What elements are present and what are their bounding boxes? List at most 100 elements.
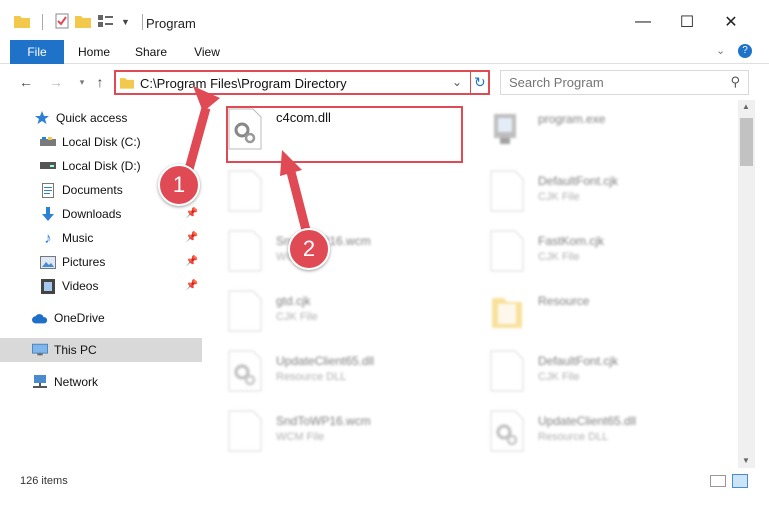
pin-icon[interactable]: 📌 [186, 280, 198, 291]
file-name: SndToWP16.wcm [276, 414, 371, 428]
pin-icon[interactable]: 📌 [186, 208, 198, 219]
file-icon [228, 410, 262, 452]
file-name: program.exe [538, 112, 606, 126]
address-path: C:\Program Files\Program Directory [140, 76, 347, 91]
drive-icon [40, 158, 56, 174]
video-icon [40, 278, 56, 294]
folder-icon[interactable] [14, 14, 30, 31]
file-icon [490, 230, 524, 272]
file-icon [228, 230, 262, 272]
star-icon [34, 110, 50, 126]
file-item-fastkom-cjk[interactable]: FastKom.cjk CJK File [476, 224, 716, 274]
tab-file[interactable]: File [10, 40, 64, 64]
file-type: CJK File [538, 251, 580, 263]
file-item-updateclient65-dll[interactable]: UpdateClient65.dll Resource DLL [476, 404, 716, 454]
address-dropdown-icon[interactable]: ⌄ [452, 75, 462, 89]
network-icon [32, 374, 48, 390]
tab-share[interactable]: Share [128, 40, 174, 64]
item-count: 126 items [20, 475, 68, 487]
file-item[interactable] [214, 164, 454, 214]
close-button[interactable]: ✕ [716, 10, 746, 34]
new-folder-icon[interactable] [75, 14, 91, 31]
quick-access-toolbar: ▼ [14, 12, 149, 32]
file-name: gtd.cjk [276, 294, 311, 308]
recent-locations-button[interactable]: ▾ [72, 72, 92, 92]
title-bar: ▼ Program — ☐ ✕ [0, 0, 769, 40]
sidebar-item-downloads[interactable]: Downloads 📌 [0, 202, 202, 226]
large-icons-view-icon[interactable] [732, 474, 748, 488]
up-button[interactable]: ↑ [90, 72, 110, 92]
search-input[interactable] [509, 71, 719, 93]
file-type: CJK File [538, 371, 580, 383]
navigation-bar: ← → ▾ ↑ C:\Program Files\Program Directo… [0, 64, 769, 100]
file-item-sndtowp16-wcm[interactable]: SndToWP16.wcm WCM File [214, 404, 454, 454]
details-view-icon[interactable] [710, 475, 726, 487]
document-icon [40, 182, 56, 198]
highlight-box-file [226, 106, 463, 163]
pin-icon[interactable]: 📌 [186, 256, 198, 267]
minimize-button[interactable]: — [628, 10, 658, 34]
status-bar: 126 items [0, 470, 769, 494]
address-divider [470, 71, 471, 94]
sidebar-item-videos[interactable]: Videos 📌 [0, 274, 202, 298]
navigation-pane: Quick access Local Disk (C:) Local Disk … [0, 100, 202, 468]
file-item-sndtowp16-wcm[interactable]: SndToWP16.wcm WCM File [214, 224, 454, 274]
tab-home[interactable]: Home [72, 40, 116, 64]
cloud-icon [32, 310, 48, 326]
chevron-down-icon[interactable]: ⌄ [716, 44, 725, 57]
ribbon-tabs: File Home Share View ⌄ ? [0, 40, 769, 64]
picture-icon [40, 254, 56, 270]
pin-icon[interactable]: 📌 [186, 232, 198, 243]
file-item-gtd-cjk[interactable]: gtd.cjk CJK File [214, 284, 454, 334]
file-item-updateclient65-dll[interactable]: UpdateClient65.dll Resource DLL [214, 344, 454, 394]
file-item-program-exe[interactable]: program.exe [476, 102, 716, 152]
refresh-icon[interactable]: ↻ [474, 74, 486, 91]
computer-icon [32, 342, 48, 358]
forward-button[interactable]: → [46, 72, 66, 92]
file-type: WCM File [276, 431, 325, 443]
toolbar-divider [42, 14, 43, 30]
search-icon[interactable]: ⚲ [730, 74, 740, 90]
sidebar-item-pictures[interactable]: Pictures 📌 [0, 250, 202, 274]
address-bar[interactable]: C:\Program Files\Program Directory ⌄ ↻ [114, 70, 490, 95]
properties-icon[interactable] [55, 13, 69, 32]
help-icon[interactable]: ? [738, 44, 752, 58]
back-button[interactable]: ← [16, 72, 36, 92]
sidebar-item-onedrive[interactable]: OneDrive [0, 306, 202, 330]
gear-file-icon [228, 350, 262, 392]
file-item-defaultfont-cjk[interactable]: DefaultFont.cjk CJK File [476, 164, 716, 214]
tab-view[interactable]: View [186, 40, 228, 64]
scroll-up-icon[interactable]: ▲ [742, 102, 750, 111]
file-type: Resource DLL [538, 431, 609, 443]
window-title: Program [146, 16, 196, 31]
folder-item-resource[interactable]: Resource [476, 284, 716, 334]
file-icon [490, 170, 524, 212]
folder-icon [120, 76, 134, 92]
file-item-defaultfont-cjk[interactable]: DefaultFont.cjk CJK File [476, 344, 716, 394]
folder-name: Resource [538, 294, 590, 308]
search-box[interactable]: ⚲ [500, 70, 749, 95]
sidebar-item-this-pc[interactable]: This PC [0, 338, 202, 362]
file-icon [228, 170, 262, 212]
file-type: Resource DLL [276, 371, 347, 383]
scroll-thumb[interactable] [740, 118, 753, 166]
music-icon: ♪ [44, 229, 52, 247]
sidebar-item-network[interactable]: Network [0, 370, 202, 394]
file-name: UpdateClient65.dll [276, 354, 375, 368]
maximize-button[interactable]: ☐ [672, 10, 702, 34]
sidebar-item-local-disk-c[interactable]: Local Disk (C:) [0, 130, 202, 154]
file-name: UpdateClient65.dll [538, 414, 637, 428]
file-icon [228, 290, 262, 332]
view-options-icon[interactable] [97, 14, 115, 31]
scroll-down-icon[interactable]: ▼ [742, 456, 750, 465]
step-badge-2: 2 [288, 228, 330, 270]
sidebar-item-quick-access[interactable]: Quick access [0, 106, 202, 130]
file-icon [490, 350, 524, 392]
file-type: CJK File [538, 191, 580, 203]
folder-icon [490, 290, 524, 332]
sidebar-item-music[interactable]: ♪ Music 📌 [0, 226, 202, 250]
drive-icon [40, 134, 56, 150]
chevron-down-icon[interactable]: ▼ [121, 17, 130, 27]
vertical-scrollbar[interactable]: ▲ ▼ [738, 100, 755, 468]
file-name: FastKom.cjk [538, 234, 605, 248]
